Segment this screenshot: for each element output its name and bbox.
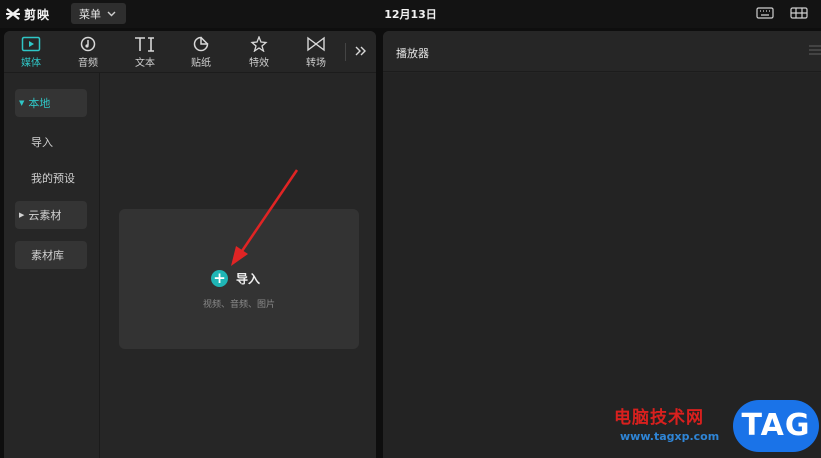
double-chevron-right-icon: [355, 46, 366, 56]
sidebar-item-local[interactable]: ▼ 本地: [15, 89, 87, 117]
watermark-badge: TAG: [733, 400, 819, 452]
tab-label: 特效: [249, 58, 269, 69]
sidebar-item-cloud[interactable]: ▶ 云素材: [15, 201, 87, 229]
sidebar-item-import[interactable]: 导入: [15, 128, 87, 156]
tab-label: 音频: [78, 58, 98, 69]
import-dropzone[interactable]: + 导入 视频、音频、图片: [119, 209, 359, 349]
title-bar: 剪映 菜单 12月13日: [0, 0, 821, 28]
tab-effects[interactable]: 特效: [234, 35, 284, 71]
tab-label: 文本: [135, 58, 155, 69]
text-icon: [135, 37, 154, 52]
tab-text[interactable]: 文本: [120, 35, 170, 71]
tab-transition[interactable]: 转场: [291, 35, 341, 71]
tab-sticker[interactable]: 贴纸: [176, 35, 226, 71]
sidebar-item-label: 云素材: [28, 209, 62, 222]
media-sidebar: ▼ 本地 导入 我的预设 ▶ 云素材 素材库: [4, 73, 100, 458]
tab-audio[interactable]: 音频: [63, 35, 113, 71]
keyboard-icon[interactable]: [756, 6, 774, 20]
layout-icon[interactable]: [790, 6, 808, 20]
import-hint: 视频、音频、图片: [202, 300, 275, 310]
menu-lines-icon[interactable]: [809, 45, 821, 55]
media-content: + 导入 视频、音频、图片: [101, 73, 376, 458]
tab-divider: [345, 43, 346, 61]
effects-icon: [250, 36, 268, 52]
sidebar-item-label: 素材库: [31, 249, 64, 262]
sidebar-item-label: 导入: [31, 136, 53, 149]
sidebar-item-label: 本地: [28, 97, 51, 110]
audio-icon: [80, 36, 96, 52]
import-label: 导入: [236, 271, 261, 286]
sidebar-item-my-presets[interactable]: 我的预设: [15, 164, 87, 192]
plus-icon: +: [211, 269, 228, 287]
sidebar-item-library[interactable]: 素材库: [15, 241, 87, 269]
tab-bar: 媒体 音频 文本 贴纸 特效 转场: [4, 31, 376, 73]
watermark-url: www.tagxp.com: [620, 430, 720, 443]
more-tabs-button[interactable]: [350, 41, 372, 63]
media-icon: [21, 36, 41, 52]
watermark: 电脑技术网 www.tagxp.com TAG: [612, 398, 821, 458]
player-title: 播放器: [396, 47, 429, 60]
project-title: 12月13日: [384, 8, 437, 21]
tab-label: 转场: [306, 58, 326, 69]
watermark-text: 电脑技术网: [614, 408, 704, 428]
sidebar-item-label: 我的预设: [31, 172, 75, 185]
caret-right-icon: ▶: [19, 211, 25, 219]
player-panel: 播放器: [383, 31, 821, 458]
caret-down-icon: ▼: [19, 99, 25, 107]
tab-label: 媒体: [21, 58, 41, 69]
transition-icon: [307, 36, 325, 52]
media-panel: 媒体 音频 文本 贴纸 特效 转场 ▼ 本地 导入 我的预设 ▶ 云素材 素材库…: [4, 31, 376, 458]
tab-label: 贴纸: [191, 58, 211, 69]
player-header: 播放器: [383, 31, 821, 72]
import-button[interactable]: + 导入: [211, 269, 260, 287]
sticker-icon: [193, 36, 209, 52]
tab-media[interactable]: 媒体: [6, 35, 56, 71]
